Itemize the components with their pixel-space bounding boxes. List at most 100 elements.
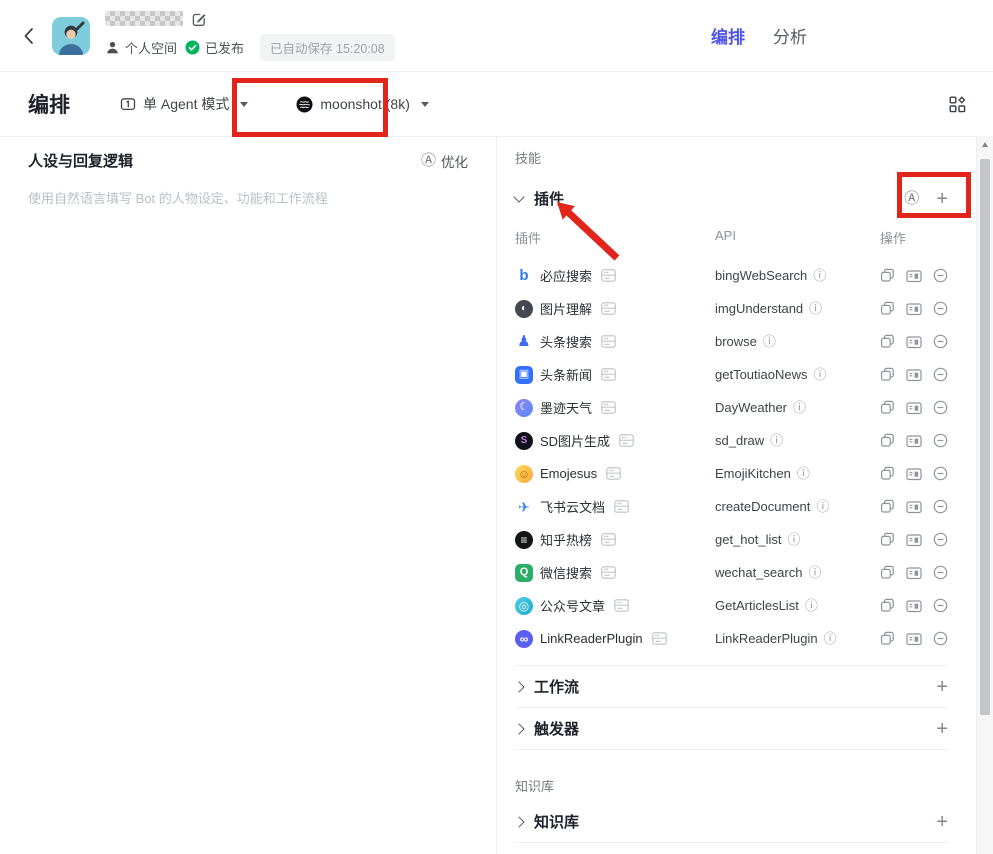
plugin-row: Q微信搜索wechat_searchⓘ bbox=[515, 556, 948, 589]
plugin-name: Emojesus bbox=[540, 466, 597, 481]
remove-icon[interactable] bbox=[933, 631, 948, 646]
card-binding-icon[interactable] bbox=[906, 269, 922, 283]
info-icon[interactable]: ⓘ bbox=[813, 269, 826, 282]
copy-icon[interactable] bbox=[880, 598, 895, 613]
api-name: get_hot_list bbox=[715, 532, 782, 547]
agent-mode-selector[interactable]: 单 Agent 模式 bbox=[120, 94, 248, 114]
plugin-row: ◐图片理解imgUnderstandⓘ bbox=[515, 292, 948, 325]
plugin-table-rows: b必应搜索bingWebSearchⓘ◐图片理解imgUnderstandⓘ♟头… bbox=[515, 259, 948, 655]
model-selector[interactable]: moonshot (8k) bbox=[296, 96, 428, 113]
model-label: moonshot (8k) bbox=[320, 96, 409, 112]
api-name: sd_draw bbox=[715, 433, 764, 448]
scrollbar[interactable] bbox=[976, 136, 993, 854]
card-badge-icon bbox=[606, 467, 621, 480]
info-icon[interactable]: ⓘ bbox=[809, 302, 822, 315]
card-binding-icon[interactable] bbox=[906, 599, 922, 613]
chevron-right-icon bbox=[513, 681, 524, 692]
card-binding-icon[interactable] bbox=[906, 434, 922, 448]
card-binding-icon[interactable] bbox=[906, 335, 922, 349]
remove-icon[interactable] bbox=[933, 301, 948, 316]
nav-analyze[interactable]: 分析 bbox=[773, 23, 807, 48]
layout-settings-icon[interactable] bbox=[949, 96, 966, 113]
card-badge-icon bbox=[619, 434, 634, 447]
card-binding-icon[interactable] bbox=[906, 533, 922, 547]
knowledge-section-row[interactable]: 知识库 + bbox=[515, 801, 948, 842]
copy-icon[interactable] bbox=[880, 499, 895, 514]
add-workflow-button[interactable]: + bbox=[936, 677, 948, 697]
api-name: browse bbox=[715, 334, 757, 349]
info-icon[interactable]: ⓘ bbox=[793, 401, 806, 414]
info-icon[interactable]: ⓘ bbox=[824, 632, 837, 645]
scrollbar-thumb[interactable] bbox=[980, 159, 990, 715]
copy-icon[interactable] bbox=[880, 565, 895, 580]
info-icon[interactable]: ⓘ bbox=[816, 500, 829, 513]
copy-icon[interactable] bbox=[880, 301, 895, 316]
add-knowledge-button[interactable]: + bbox=[936, 812, 948, 832]
info-icon[interactable]: ⓘ bbox=[763, 335, 776, 348]
plugin-name: 头条新闻 bbox=[540, 365, 592, 384]
plugin-icon: ◎ bbox=[515, 597, 533, 615]
info-icon[interactable]: ⓘ bbox=[814, 368, 827, 381]
copy-icon[interactable] bbox=[880, 433, 895, 448]
card-binding-icon[interactable] bbox=[906, 632, 922, 646]
info-icon[interactable]: ⓘ bbox=[805, 599, 818, 612]
card-binding-icon[interactable] bbox=[906, 368, 922, 382]
plugin-table-header: 插件 API 操作 bbox=[515, 228, 948, 247]
card-badge-icon bbox=[601, 368, 616, 381]
remove-icon[interactable] bbox=[933, 268, 948, 283]
api-name: getToutiaoNews bbox=[715, 367, 808, 382]
plugin-row: ◎公众号文章GetArticlesListⓘ bbox=[515, 589, 948, 622]
remove-icon[interactable] bbox=[933, 400, 948, 415]
card-binding-icon[interactable] bbox=[906, 401, 922, 415]
info-icon[interactable]: ⓘ bbox=[797, 467, 810, 480]
col-api: API bbox=[715, 228, 880, 247]
optimize-label: 优化 bbox=[441, 151, 468, 171]
remove-icon[interactable] bbox=[933, 334, 948, 349]
info-icon[interactable]: ⓘ bbox=[770, 434, 783, 447]
remove-icon[interactable] bbox=[933, 367, 948, 382]
remove-icon[interactable] bbox=[933, 433, 948, 448]
edit-name-icon[interactable] bbox=[191, 11, 207, 27]
remove-icon[interactable] bbox=[933, 598, 948, 613]
card-binding-icon[interactable] bbox=[906, 467, 922, 481]
workflow-section-row[interactable]: 工作流 + bbox=[515, 666, 948, 707]
back-button[interactable] bbox=[22, 26, 36, 46]
add-trigger-button[interactable]: + bbox=[936, 719, 948, 739]
chevron-right-icon bbox=[513, 723, 524, 734]
plugin-icon: ▣ bbox=[515, 366, 533, 384]
plugin-icon: ◐ bbox=[515, 300, 533, 318]
remove-icon[interactable] bbox=[933, 499, 948, 514]
agent-mode-label: 单 Agent 模式 bbox=[143, 94, 229, 114]
info-icon[interactable]: ⓘ bbox=[788, 533, 801, 546]
plugin-name: LinkReaderPlugin bbox=[540, 631, 643, 646]
trigger-section-row[interactable]: 触发器 + bbox=[515, 708, 948, 749]
copy-icon[interactable] bbox=[880, 466, 895, 481]
optimize-button[interactable]: Ⓐ 优化 bbox=[421, 151, 468, 171]
remove-icon[interactable] bbox=[933, 532, 948, 547]
copy-icon[interactable] bbox=[880, 631, 895, 646]
edit-toolbar: 编排 单 Agent 模式 moonshot (8k) bbox=[0, 72, 993, 137]
remove-icon[interactable] bbox=[933, 565, 948, 580]
card-badge-icon bbox=[614, 500, 629, 513]
plugin-icon: S bbox=[515, 432, 533, 450]
card-binding-icon[interactable] bbox=[906, 302, 922, 316]
remove-icon[interactable] bbox=[933, 466, 948, 481]
card-binding-icon[interactable] bbox=[906, 500, 922, 514]
copy-icon[interactable] bbox=[880, 334, 895, 349]
top-bar: 个人空间 已发布 已自动保存 15:20:08 编排 分析 bbox=[0, 0, 993, 72]
info-icon[interactable]: ⓘ bbox=[808, 566, 821, 579]
copy-icon[interactable] bbox=[880, 268, 895, 283]
card-binding-icon[interactable] bbox=[906, 566, 922, 580]
copy-icon[interactable] bbox=[880, 532, 895, 547]
copy-icon[interactable] bbox=[880, 400, 895, 415]
toolbar-title: 编排 bbox=[28, 89, 70, 119]
plugins-section-row[interactable]: 插件 Ⓐ + bbox=[515, 188, 948, 209]
add-plugin-button[interactable]: + bbox=[936, 189, 948, 209]
trigger-title: 触发器 bbox=[534, 718, 579, 739]
persona-placeholder[interactable]: 使用自然语言填写 Bot 的人物设定、功能和工作流程 bbox=[28, 188, 468, 207]
copy-icon[interactable] bbox=[880, 367, 895, 382]
auto-add-plugin-icon[interactable]: Ⓐ bbox=[904, 191, 919, 206]
nav-orchestrate[interactable]: 编排 bbox=[711, 23, 745, 48]
plugin-icon: ✈ bbox=[515, 498, 533, 516]
scrollbar-up-button[interactable] bbox=[977, 136, 993, 152]
